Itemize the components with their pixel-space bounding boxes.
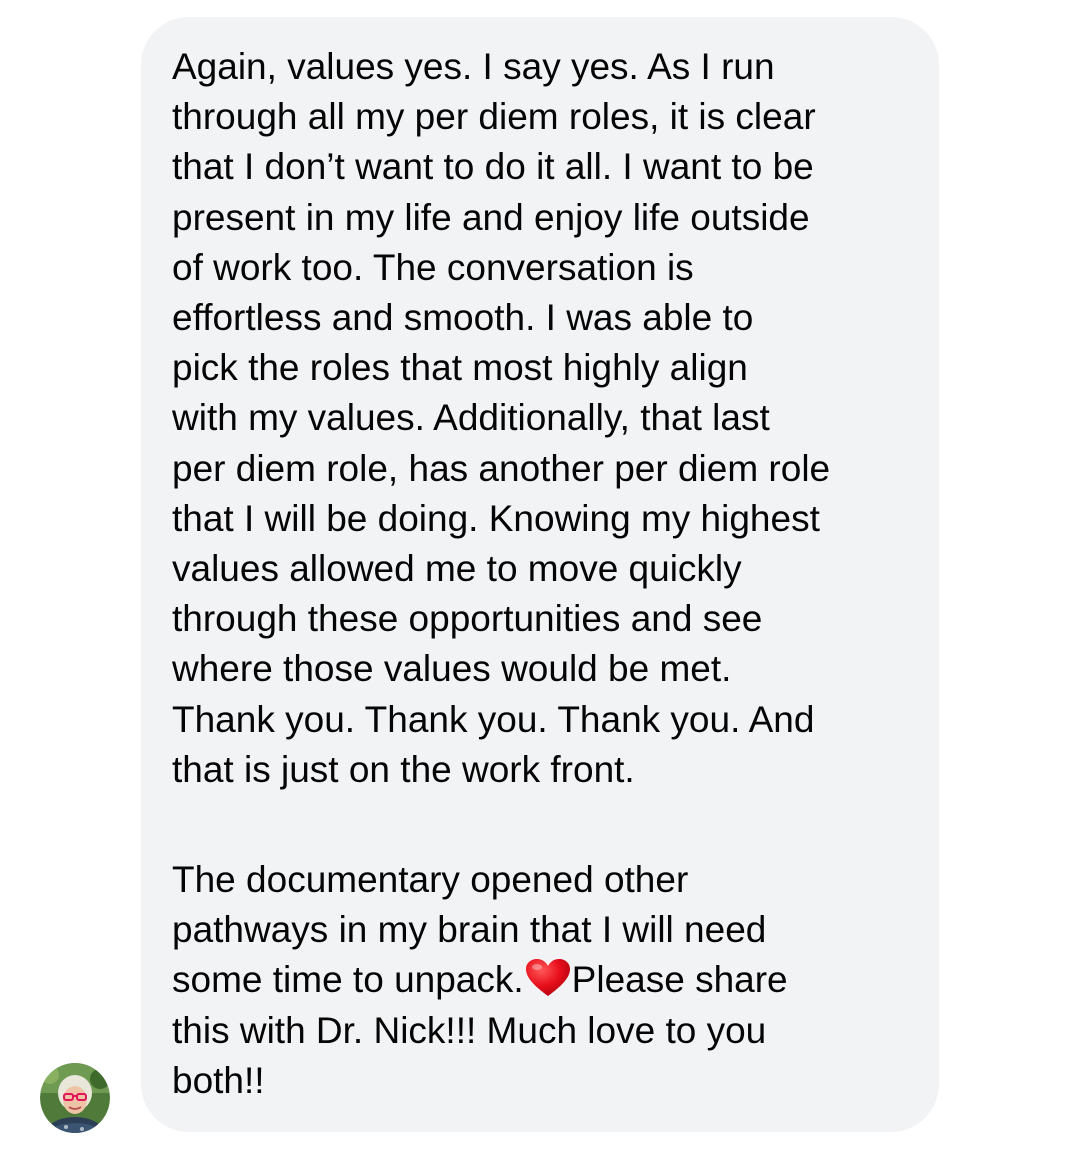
red-heart-icon: [525, 958, 571, 998]
message-line: that I will be doing. Knowing my highest: [172, 497, 820, 539]
message-line: pick the roles that most highly align: [172, 347, 748, 389]
message-line: both!!: [172, 1059, 265, 1101]
message-line: effortless and smooth. I was able to: [172, 297, 754, 339]
avatar-photo-icon: [40, 1063, 110, 1133]
message-line: that is just on the work front.: [172, 748, 635, 790]
message-text-before-emoji: some time to unpack.: [172, 959, 524, 1001]
message-line: present in my life and enjoy life outsid…: [172, 196, 810, 238]
message-line: where those values would be met.: [172, 648, 732, 690]
message-line: Again, values yes. I say yes. As I run: [172, 46, 775, 87]
message-line: values allowed me to move quickly: [172, 548, 742, 590]
message-line: through these opportunities and see: [172, 598, 763, 640]
sender-avatar[interactable]: [40, 1063, 110, 1133]
message-line: through all my per diem roles, it is cle…: [172, 96, 816, 138]
message-line: of work too. The conversation is: [172, 246, 694, 288]
message-line: this with Dr. Nick!!! Much love to you: [172, 1009, 767, 1051]
message-line: that I don’t want to do it all. I want t…: [172, 146, 814, 188]
message-text-after-emoji: Please share: [571, 959, 788, 1001]
chat-screen: Again, values yes. I say yes. As I run t…: [0, 0, 1080, 1152]
message-text: Again, values yes. I say yes. As I run t…: [172, 42, 912, 1106]
message-line: pathways in my brain that I will need: [172, 909, 767, 951]
message-line-with-emoji: some time to unpack. Please share: [172, 955, 912, 1005]
message-line: per diem role, has another per diem role: [172, 447, 831, 489]
message-line: The documentary opened other: [172, 859, 689, 901]
message-line: Thank you. Thank you. Thank you. And: [172, 698, 815, 740]
message-line: with my values. Additionally, that last: [172, 397, 770, 439]
